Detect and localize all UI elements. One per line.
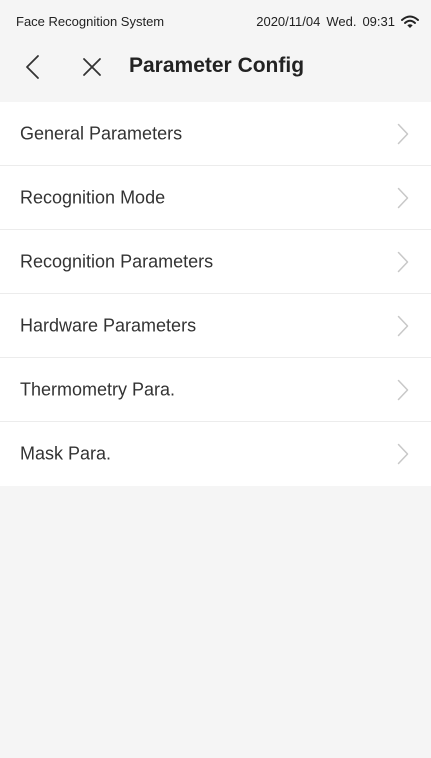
- parameter-menu-list: General Parameters Recognition Mode Reco…: [0, 102, 431, 486]
- status-bar: Face Recognition System 2020/11/04 Wed. …: [0, 0, 431, 34]
- back-icon[interactable]: [22, 54, 46, 80]
- status-app-name: Face Recognition System: [16, 14, 165, 29]
- chevron-right-icon: [397, 379, 409, 400]
- menu-item-recognition-parameters[interactable]: Recognition Parameters: [0, 230, 431, 294]
- chevron-right-icon: [397, 187, 409, 208]
- menu-item-recognition-mode[interactable]: Recognition Mode: [0, 166, 431, 230]
- menu-item-thermometry-para[interactable]: Thermometry Para.: [0, 358, 431, 422]
- status-date: 2020/11/04: [256, 14, 321, 29]
- menu-item-label: General Parameters: [20, 123, 183, 143]
- page-title: Parameter Config: [129, 54, 305, 77]
- nav-bar: Parameter Config: [0, 34, 431, 102]
- status-info: 2020/11/04 Wed. 09:31: [256, 14, 419, 29]
- menu-item-mask-para[interactable]: Mask Para.: [0, 422, 431, 486]
- status-time: 09:31: [362, 14, 395, 29]
- chevron-right-icon: [397, 315, 409, 336]
- menu-item-label: Thermometry Para.: [20, 379, 176, 399]
- close-icon[interactable]: [80, 55, 104, 79]
- menu-item-general-parameters[interactable]: General Parameters: [0, 102, 431, 166]
- menu-item-hardware-parameters[interactable]: Hardware Parameters: [0, 294, 431, 358]
- status-weekday: Wed.: [326, 14, 357, 29]
- chevron-right-icon: [397, 251, 409, 272]
- menu-item-label: Recognition Mode: [20, 187, 166, 207]
- wifi-icon: [401, 15, 419, 28]
- menu-item-label: Recognition Parameters: [20, 251, 214, 271]
- menu-item-label: Mask Para.: [20, 443, 112, 464]
- chevron-right-icon: [397, 443, 409, 465]
- chevron-right-icon: [397, 123, 409, 144]
- menu-item-label: Hardware Parameters: [20, 315, 197, 335]
